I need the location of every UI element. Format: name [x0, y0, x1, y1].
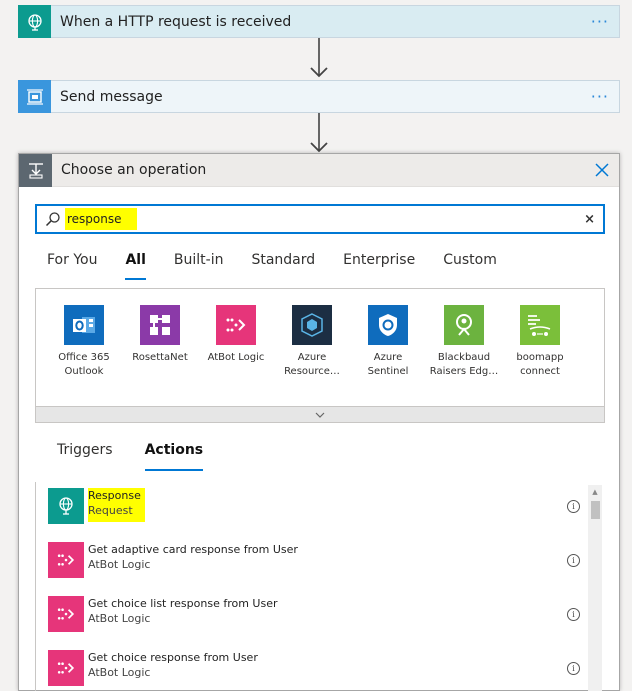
tab-enterprise[interactable]: Enterprise: [343, 252, 415, 280]
tab-triggers[interactable]: Triggers: [57, 442, 113, 471]
azure-resource-icon: [292, 305, 332, 345]
rosettanet-icon: [140, 305, 180, 345]
more-options-icon[interactable]: ···: [591, 13, 609, 29]
scroll-up-icon[interactable]: ▲: [588, 485, 602, 499]
connector-label: Blackbaud: [437, 352, 491, 363]
action-text: Response Request: [88, 488, 145, 522]
connector-label: Azure: [373, 352, 403, 363]
action-name: Get choice response from User: [88, 651, 258, 664]
connector-label: boomapp: [516, 352, 564, 363]
action-connector: AtBot Logic: [88, 666, 151, 679]
action-list-scrollbar[interactable]: ▲: [588, 485, 602, 691]
connector-label: connect: [520, 366, 560, 377]
info-icon[interactable]: i: [567, 554, 580, 567]
action-name: Get choice list response from User: [88, 597, 278, 610]
info-icon[interactable]: i: [567, 662, 580, 675]
step-title: Send message: [60, 88, 163, 105]
action-connector: Request: [88, 504, 133, 517]
search-icon: [43, 209, 63, 229]
choose-operation-panel: Choose an operation × For You All Built-…: [18, 153, 620, 691]
action-connector: AtBot Logic: [88, 612, 151, 625]
globe-icon: [48, 488, 84, 524]
step-send-message[interactable]: Send message ···: [18, 80, 620, 113]
info-icon[interactable]: i: [567, 500, 580, 513]
outlook-icon: [64, 305, 104, 345]
info-icon[interactable]: i: [567, 608, 580, 621]
atbot-icon: [48, 650, 84, 686]
flow-arrow-icon: [310, 38, 328, 78]
tab-standard[interactable]: Standard: [251, 252, 315, 280]
atbot-icon: [48, 596, 84, 632]
boomapp-icon: [520, 305, 560, 345]
connector-office365-outlook[interactable]: Office 365 Outlook: [46, 305, 122, 406]
tab-all[interactable]: All: [125, 252, 146, 280]
action-name: Response: [88, 489, 141, 502]
close-icon[interactable]: [594, 162, 610, 178]
action-get-choice-response[interactable]: Get choice response from User AtBot Logi…: [48, 650, 580, 690]
expand-connectors-button[interactable]: [35, 406, 605, 423]
globe-icon: [18, 5, 51, 38]
shield-icon: [368, 305, 408, 345]
message-icon: [18, 80, 51, 113]
search-box: ×: [35, 204, 605, 234]
action-get-adaptive-card-response[interactable]: Get adaptive card response from User AtB…: [48, 542, 580, 582]
tab-actions[interactable]: Actions: [144, 442, 204, 471]
tab-for-you[interactable]: For You: [47, 252, 97, 280]
connector-label: AtBot Logic: [207, 352, 265, 363]
blackbaud-icon: [444, 305, 484, 345]
step-title: When a HTTP request is received: [60, 13, 292, 30]
action-response[interactable]: Response Request i: [48, 488, 580, 528]
connector-label: Sentinel: [367, 366, 409, 377]
tab-custom[interactable]: Custom: [443, 252, 497, 280]
tab-built-in[interactable]: Built-in: [174, 252, 224, 280]
action-text: Get choice list response from User AtBot…: [88, 596, 278, 626]
atbot-icon: [48, 542, 84, 578]
connector-label: Azure: [297, 352, 327, 363]
action-name: Get adaptive card response from User: [88, 543, 298, 556]
atbot-icon: [216, 305, 256, 345]
connector-azure-resource[interactable]: Azure Resource…: [274, 305, 350, 406]
connector-azure-sentinel[interactable]: Azure Sentinel: [350, 305, 426, 406]
connector-boomapp[interactable]: boomapp connect: [502, 305, 578, 406]
action-text: Get adaptive card response from User AtB…: [88, 542, 298, 572]
connector-label: Outlook: [64, 366, 104, 377]
action-list: Response Request i Get adaptive card res…: [35, 482, 605, 691]
connector-atbot-logic[interactable]: AtBot Logic: [198, 305, 274, 406]
trigger-action-tabs: Triggers Actions: [57, 442, 235, 471]
connector-list: Office 365 Outlook RosettaNet AtBot Logic…: [35, 288, 605, 406]
connector-label: Resource…: [284, 366, 340, 377]
action-text: Get choice response from User AtBot Logi…: [88, 650, 258, 680]
scrollbar-thumb[interactable]: [591, 501, 600, 519]
operation-icon: [19, 153, 52, 187]
search-input[interactable]: [65, 208, 137, 230]
chevron-down-icon: [315, 412, 325, 418]
flow-arrow-icon: [310, 113, 328, 153]
action-get-choice-list-response[interactable]: Get choice list response from User AtBot…: [48, 596, 580, 636]
panel-header: Choose an operation: [19, 153, 619, 187]
more-options-icon[interactable]: ···: [591, 88, 609, 104]
step-http-request[interactable]: When a HTTP request is received ···: [18, 5, 620, 38]
category-tabs: For You All Built-in Standard Enterprise…: [47, 252, 525, 280]
connector-blackbaud[interactable]: Blackbaud Raisers Edg…: [426, 305, 502, 406]
action-connector: AtBot Logic: [88, 558, 151, 571]
panel-title: Choose an operation: [61, 162, 207, 178]
connector-label: Raisers Edg…: [429, 366, 499, 377]
clear-search-icon[interactable]: ×: [584, 212, 595, 227]
connector-label: RosettaNet: [132, 352, 188, 363]
connector-rosettanet[interactable]: RosettaNet: [122, 305, 198, 406]
connector-label: Office 365: [58, 352, 110, 363]
